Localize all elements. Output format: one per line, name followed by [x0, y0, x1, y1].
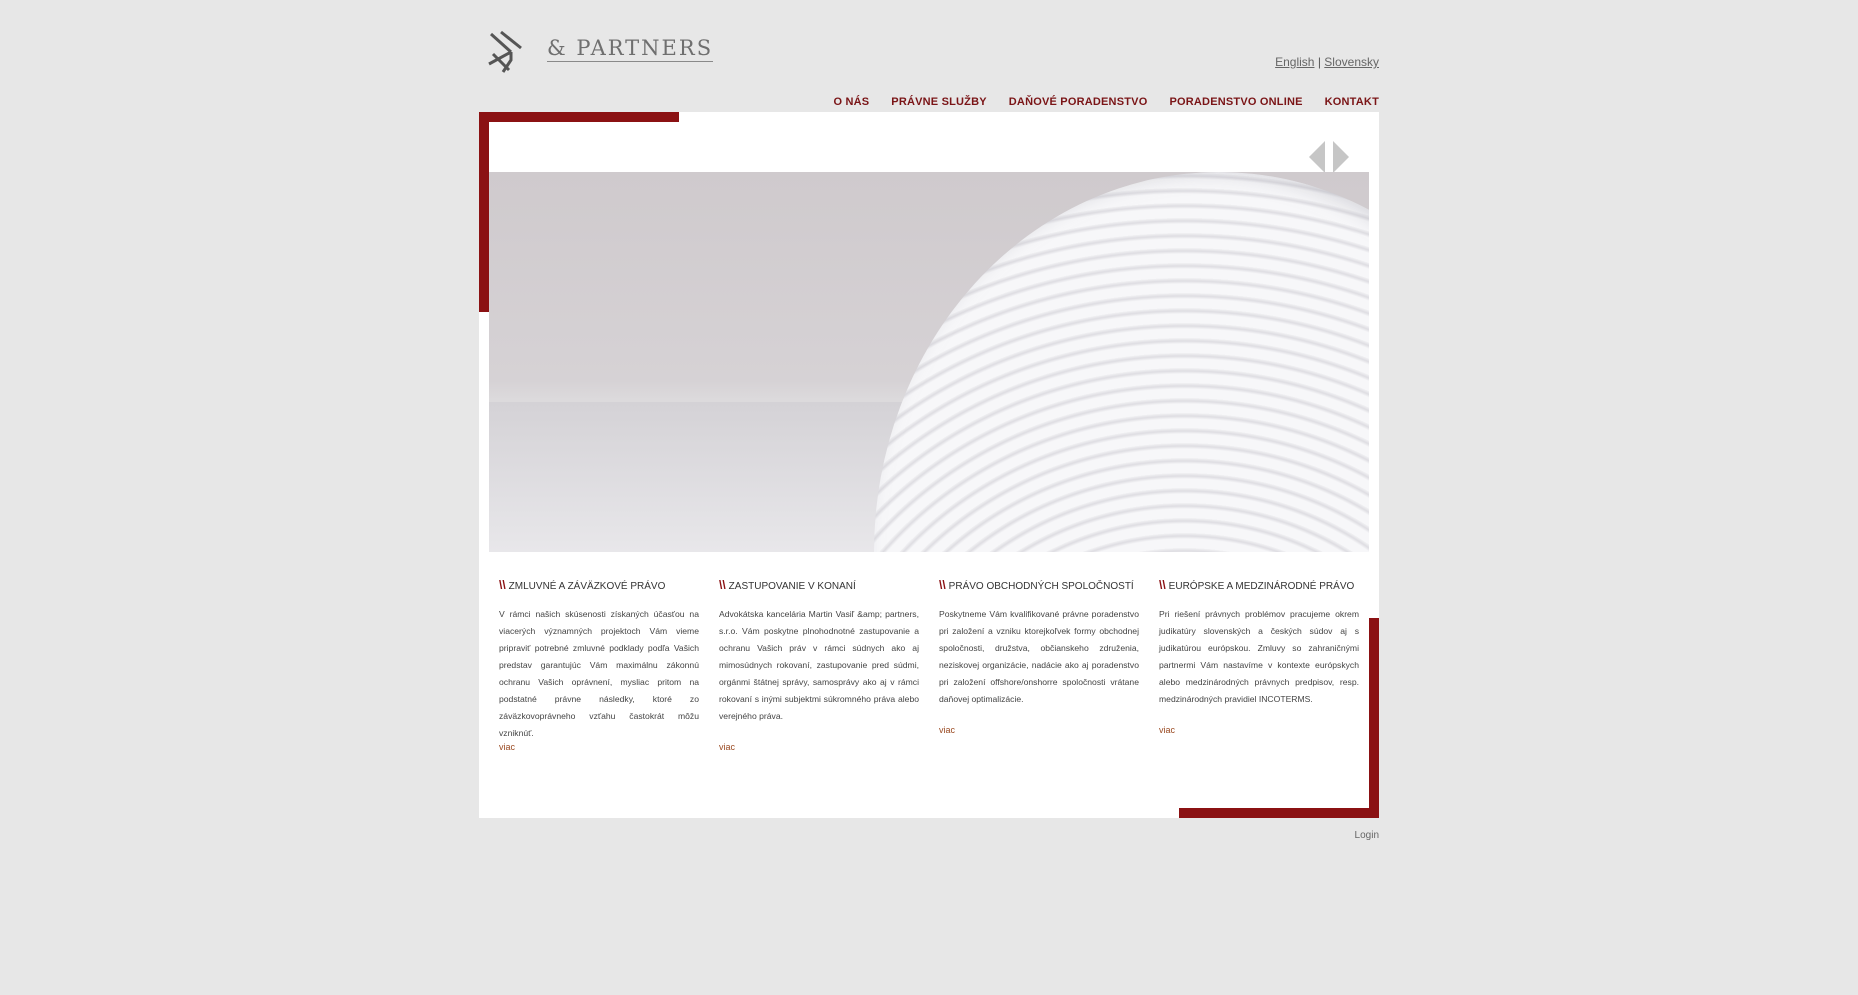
- language-separator: |: [1317, 55, 1321, 69]
- service-title-text: EURÓPSKE A MEDZINÁRODNÉ PRÁVO: [1168, 581, 1355, 592]
- language-switcher: English | Slovensky: [1275, 55, 1379, 69]
- service-column: \\ PRÁVO OBCHODNÝCH SPOLOČNOSTÍ Poskytnem…: [939, 578, 1139, 752]
- service-description: Pri riešení právnych problémov pracujeme…: [1159, 609, 1359, 704]
- hero-image: [489, 172, 1369, 552]
- service-title-text: PRÁVO OBCHODNÝCH SPOLOČNOSTÍ: [948, 581, 1134, 592]
- frame-corner-top-left-vertical: [479, 112, 489, 312]
- main-navigation: O NÁS PRÁVNE SLUŽBY DAŇOVÉ PORADENSTVO P…: [833, 96, 1379, 108]
- left-arrow-icon[interactable]: [1309, 141, 1325, 173]
- service-title: \\ ZMLUVNÉ A ZÁVÄZKOVÉ PRÁVO: [499, 578, 699, 592]
- service-title-text: ZASTUPOVANIE V KONANÍ: [728, 581, 856, 592]
- service-description: Poskytneme Vám kvalifikované právne pora…: [939, 609, 1139, 704]
- login-link[interactable]: Login: [1355, 830, 1379, 841]
- right-arrow-icon[interactable]: [1333, 141, 1349, 173]
- service-more-link[interactable]: viac: [719, 742, 919, 752]
- service-columns: \\ ZMLUVNÉ A ZÁVÄZKOVÉ PRÁVO V rámci naši…: [499, 578, 1359, 752]
- hero-image-dome: [874, 172, 1369, 552]
- service-title: \\ ZASTUPOVANIE V KONANÍ: [719, 578, 919, 592]
- service-title: \\ PRÁVO OBCHODNÝCH SPOLOČNOSTÍ: [939, 578, 1139, 592]
- title-mark-icon: \\: [499, 578, 506, 592]
- service-description: V rámci našich skúsenosti získaných účas…: [499, 609, 699, 738]
- service-column: \\ ZMLUVNÉ A ZÁVÄZKOVÉ PRÁVO V rámci naši…: [499, 578, 699, 752]
- service-column: \\ EURÓPSKE A MEDZINÁRODNÉ PRÁVO Pri rieš…: [1159, 578, 1359, 752]
- frame-corner-bottom-right-horizontal: [1179, 808, 1379, 818]
- site-logo[interactable]: & PARTNERS: [487, 30, 714, 76]
- title-mark-icon: \\: [939, 578, 946, 592]
- service-more-link[interactable]: viac: [1159, 725, 1359, 735]
- language-slovak-link[interactable]: Slovensky: [1324, 55, 1379, 69]
- nav-item-danove-poradenstvo[interactable]: DAŇOVÉ PORADENSTVO: [1009, 96, 1148, 108]
- language-english-link[interactable]: English: [1275, 55, 1314, 69]
- slider-controls: [1309, 141, 1349, 173]
- nav-item-o-nas[interactable]: O NÁS: [833, 96, 869, 108]
- partners-logo-mark-icon: [488, 30, 522, 73]
- service-description: Advokátska kancelária Martin Vasiľ &amp;…: [719, 609, 919, 721]
- service-column: \\ ZASTUPOVANIE V KONANÍ Advokátska kance…: [719, 578, 919, 752]
- frame-corner-top-left-horizontal: [479, 112, 679, 122]
- nav-item-poradenstvo-online[interactable]: PORADENSTVO ONLINE: [1169, 96, 1302, 108]
- nav-item-kontakt[interactable]: KONTAKT: [1325, 96, 1379, 108]
- frame-corner-bottom-right-vertical: [1369, 618, 1379, 818]
- nav-item-pravne-sluzby[interactable]: PRÁVNE SLUŽBY: [891, 96, 987, 108]
- service-title: \\ EURÓPSKE A MEDZINÁRODNÉ PRÁVO: [1159, 578, 1359, 592]
- logo-text: & PARTNERS: [547, 36, 714, 62]
- service-more-link[interactable]: viac: [499, 742, 699, 752]
- service-more-link[interactable]: viac: [939, 725, 1139, 735]
- title-mark-icon: \\: [719, 578, 726, 592]
- service-title-text: ZMLUVNÉ A ZÁVÄZKOVÉ PRÁVO: [508, 581, 666, 592]
- content-box: \\ ZMLUVNÉ A ZÁVÄZKOVÉ PRÁVO V rámci naši…: [479, 112, 1379, 818]
- title-mark-icon: \\: [1159, 578, 1166, 592]
